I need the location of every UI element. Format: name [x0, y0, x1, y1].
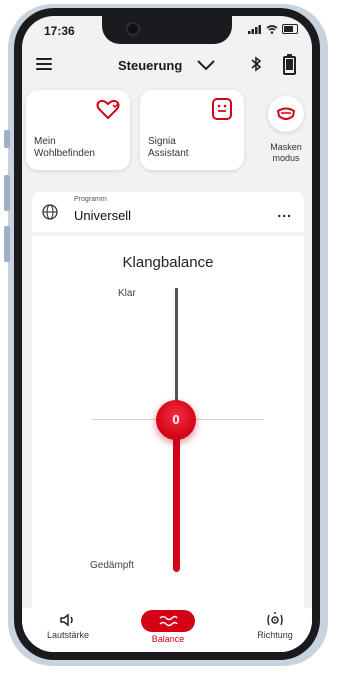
phone-battery-icon	[282, 24, 298, 35]
program-caption: Programm	[74, 196, 107, 203]
wave-icon	[159, 615, 178, 627]
assistant-face-icon	[212, 98, 232, 120]
mask-label-line1: Masken	[270, 142, 302, 152]
bottom-navigation: Lautstärke Balance Richtung	[22, 608, 312, 652]
balance-slider-knob[interactable]: 0	[156, 400, 196, 440]
phone-volume-up-button	[4, 175, 10, 211]
feature-cards: Mein Wohlbefinden Signia Assistant Maske…	[22, 90, 312, 180]
page-title[interactable]: Steuerung	[118, 58, 182, 73]
nav-balance-active-pill	[141, 610, 195, 632]
assistant-label-line1: Signia	[148, 136, 176, 147]
clear-label: Klar	[118, 288, 136, 299]
notch	[102, 16, 232, 44]
wellbeing-card-label: Mein Wohlbefinden	[34, 136, 95, 160]
status-icons	[247, 23, 298, 35]
assistant-label-line2: Assistant	[148, 148, 189, 159]
slider-track-lower[interactable]	[173, 426, 180, 572]
wellbeing-card[interactable]: Mein Wohlbefinden	[26, 90, 130, 170]
nav-balance-label: Balance	[151, 634, 185, 644]
wifi-icon	[266, 24, 278, 34]
nav-balance[interactable]: Balance	[136, 608, 200, 652]
muffled-label: Gedämpft	[90, 560, 134, 571]
more-options-icon[interactable]: ...	[277, 204, 292, 220]
panel-title: Klangbalance	[122, 254, 214, 271]
mask-label-line2: modus	[272, 153, 300, 163]
status-time: 17:36	[44, 24, 75, 38]
hearing-aid-battery-icon[interactable]	[283, 54, 296, 75]
assistant-card[interactable]: Signia Assistant	[140, 90, 244, 170]
mask-mode-label: Masken modus	[258, 142, 312, 164]
nav-volume[interactable]: Lautstärke	[40, 608, 96, 652]
status-bar: 17:36	[22, 16, 312, 48]
chevron-down-icon[interactable]	[196, 57, 216, 73]
hamburger-menu-icon[interactable]	[36, 58, 52, 70]
wellbeing-label-line2: Wohlbefinden	[34, 148, 95, 159]
phone-side-button	[4, 130, 10, 148]
nav-direction-label: Richtung	[257, 630, 293, 640]
heart-icon	[96, 99, 120, 120]
direction-icon	[267, 612, 283, 626]
mask-icon	[276, 107, 296, 120]
globe-icon	[42, 204, 58, 220]
sound-balance-panel: Klangbalance Klar 0 Gedämpft	[32, 236, 304, 616]
phone-volume-down-button	[4, 226, 10, 262]
app-header: Steuerung	[22, 48, 312, 82]
camera	[126, 22, 140, 36]
nav-volume-label: Lautstärke	[46, 630, 90, 640]
program-name: Universell	[74, 208, 132, 223]
program-selector[interactable]: Programm Universell ...	[32, 192, 304, 232]
mask-mode-button[interactable]	[268, 96, 304, 132]
wellbeing-label-line1: Mein	[34, 136, 56, 147]
speaker-icon	[60, 613, 73, 627]
app-screen: 17:36 Steuerung Mein Wohlbefinden Signia…	[22, 16, 312, 652]
nav-direction[interactable]: Richtung	[246, 608, 304, 652]
bluetooth-icon[interactable]	[250, 56, 262, 72]
assistant-card-label: Signia Assistant	[148, 136, 189, 160]
signal-icon	[247, 24, 261, 34]
